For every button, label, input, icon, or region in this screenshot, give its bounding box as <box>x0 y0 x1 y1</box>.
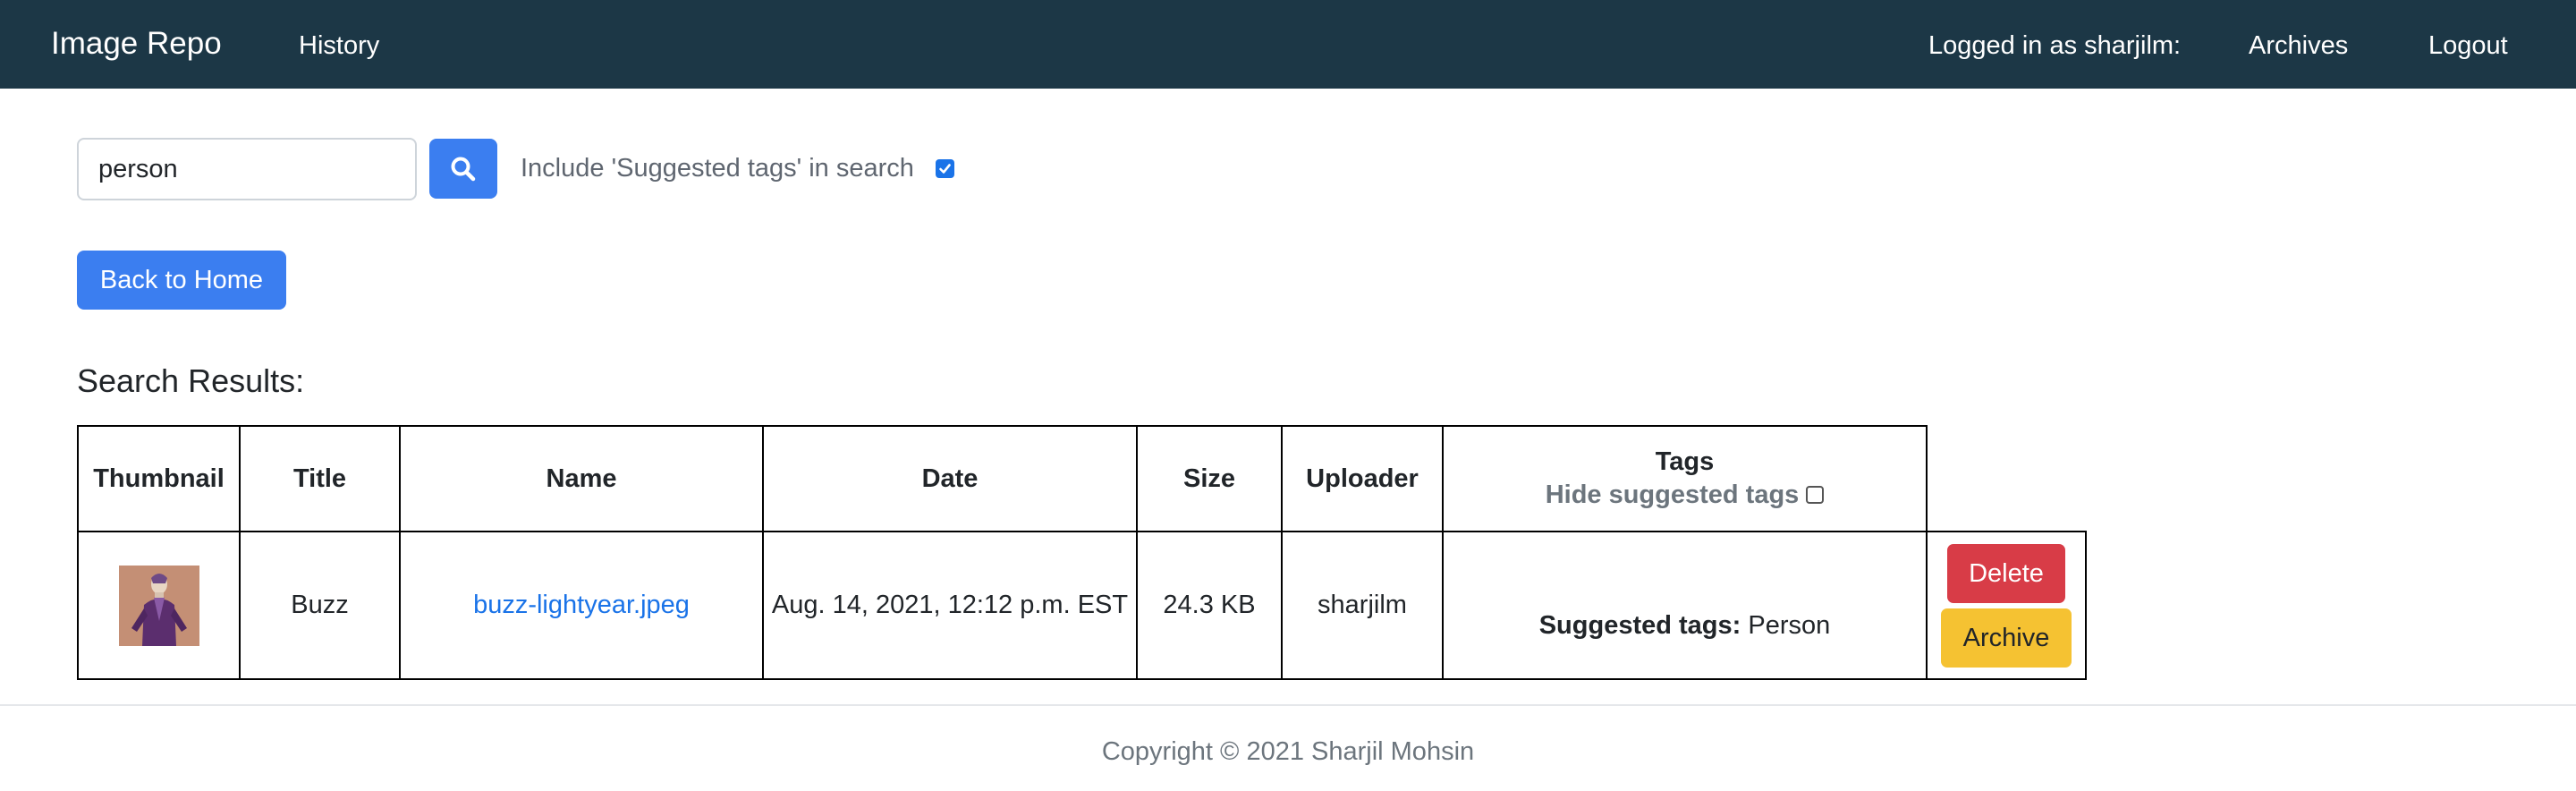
hide-suggested-checkbox[interactable] <box>1806 486 1825 504</box>
search-results-heading: Search Results: <box>77 362 305 399</box>
thumbnail-image <box>118 565 199 646</box>
search-input[interactable] <box>77 138 417 200</box>
actions-cell: Delete Archive <box>1926 531 2087 680</box>
size-cell: 24.3 KB <box>1136 531 1283 680</box>
include-suggested-label: Include 'Suggested tags' in search <box>521 154 914 183</box>
suggested-tags: Suggested tags: Person <box>1444 570 1926 641</box>
header-name: Name <box>399 425 764 532</box>
search-button[interactable] <box>429 139 497 199</box>
header-actions <box>1927 426 2086 532</box>
header-uploader: Uploader <box>1281 425 1444 532</box>
image-thumbnail[interactable] <box>118 565 199 646</box>
nav-history-link[interactable]: History <box>299 30 379 61</box>
tags-cell: Suggested tags: Person <box>1442 531 1928 680</box>
nav-logout-link[interactable]: Logout <box>2428 30 2508 61</box>
table-header-row: Thumbnail Title Name Date Size Uploader … <box>77 425 2086 532</box>
include-suggested-checkbox[interactable] <box>936 159 954 178</box>
file-name-link[interactable]: buzz-lightyear.jpeg <box>473 591 690 619</box>
hide-suggested-label: Hide suggested tags <box>1545 481 1800 509</box>
header-tags-label: Tags <box>1655 447 1715 476</box>
uploader-cell: sharjilm <box>1281 531 1444 680</box>
results-table: Thumbnail Title Name Date Size Uploader … <box>77 425 2087 680</box>
brand-link[interactable]: Image Repo <box>51 25 222 63</box>
hide-suggested-toggle[interactable]: Hide suggested tags <box>1444 478 1926 512</box>
header-title: Title <box>239 425 401 532</box>
header-thumbnail: Thumbnail <box>77 425 241 532</box>
checkmark-icon <box>939 164 951 174</box>
title-cell: Buzz <box>239 531 401 680</box>
header-tags: Tags Hide suggested tags <box>1442 425 1928 532</box>
search-icon <box>451 157 476 181</box>
name-cell: buzz-lightyear.jpeg <box>399 531 764 680</box>
archive-button[interactable]: Archive <box>1941 608 2072 668</box>
thumbnail-cell <box>77 531 241 680</box>
back-to-home-button[interactable]: Back to Home <box>77 251 286 310</box>
header-date: Date <box>762 425 1138 532</box>
top-navbar: Image Repo History Logged in as sharjilm… <box>0 0 2576 89</box>
date-cell: Aug. 14, 2021, 12:12 p.m. EST <box>762 531 1138 680</box>
table-row: Buzz buzz-lightyear.jpeg Aug. 14, 2021, … <box>77 531 2087 680</box>
footer-divider <box>0 704 2576 706</box>
header-size: Size <box>1136 425 1283 532</box>
suggested-tags-value: Person <box>1741 611 1831 640</box>
footer-copyright: Copyright © 2021 Sharjil Mohsin <box>1101 737 1475 766</box>
delete-button[interactable]: Delete <box>1947 543 2065 603</box>
logged-in-label: Logged in as sharjilm: <box>1928 31 2182 60</box>
suggested-tags-label: Suggested tags: <box>1538 611 1741 640</box>
nav-archives-link[interactable]: Archives <box>2249 30 2348 61</box>
